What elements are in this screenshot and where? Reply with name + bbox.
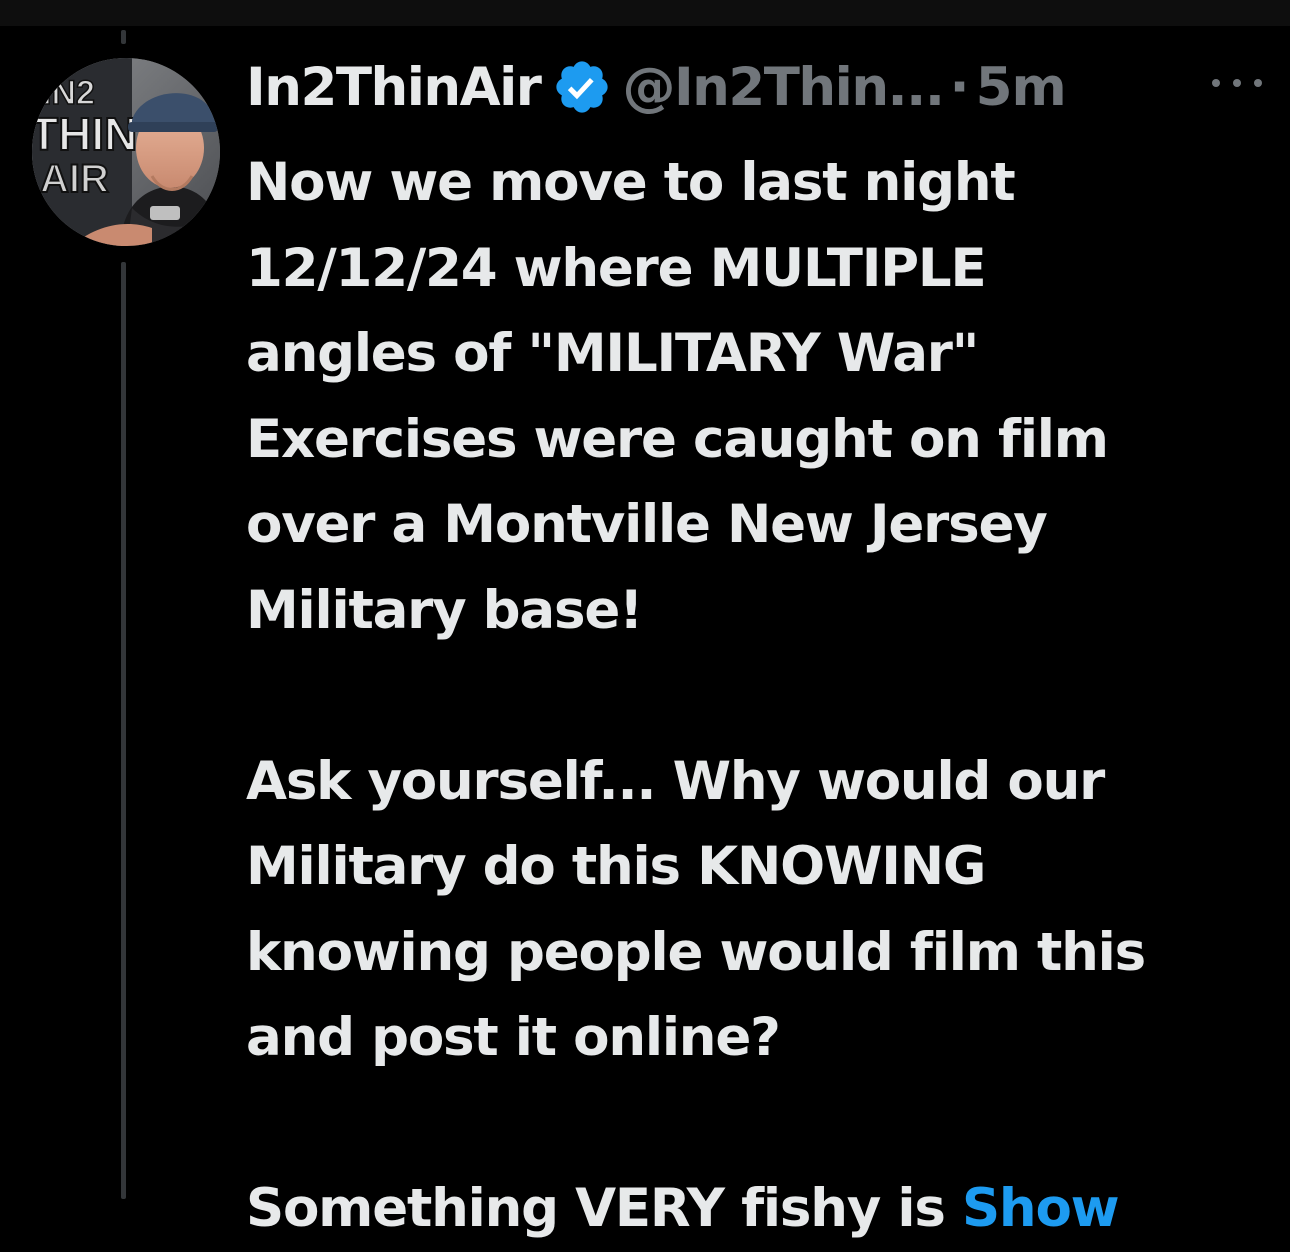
- more-dot: [1254, 79, 1262, 87]
- avatar[interactable]: IN2 THIN AIR: [32, 58, 220, 246]
- tweet-header: In2ThinAir @In2Thin... · 5m: [246, 52, 1246, 122]
- tweet-paragraph-1: Now we move to last night 12/12/24 where…: [246, 140, 1256, 653]
- tweet-line: and post it online?: [246, 1007, 781, 1068]
- verified-badge-icon[interactable]: [552, 57, 612, 117]
- header-separator: ·: [949, 56, 970, 118]
- tweet-line: Now we move to last night: [246, 152, 1016, 213]
- more-dot: [1212, 79, 1220, 87]
- tweet-line: knowing people would film this: [246, 921, 1146, 983]
- tweet-line: 12/12/24 where MULTIPLE: [246, 237, 987, 299]
- tweet-line-text: Something VERY fishy is: [246, 1178, 962, 1239]
- more-dot: [1233, 79, 1241, 87]
- tweet-line: Ask yourself... Why would our: [246, 750, 1105, 812]
- more-horizontal-icon[interactable]: [1212, 68, 1262, 98]
- avatar-logo-in2: IN2: [42, 74, 95, 112]
- thread-line-top: [121, 30, 126, 44]
- tweet-line: Military do this KNOWING: [246, 836, 986, 897]
- avatar-logo-air: AIR: [40, 157, 109, 201]
- show-more-link[interactable]: Show: [962, 1178, 1120, 1239]
- author-display-name[interactable]: In2ThinAir: [246, 57, 542, 118]
- avatar-logo-thin: THIN: [32, 108, 137, 160]
- tweet-paragraph-2: Ask yourself... Why would our Military d…: [246, 739, 1256, 1081]
- avatar-image: IN2 THIN AIR: [32, 58, 220, 246]
- tweet-line: angles of "MILITARY War": [246, 323, 979, 384]
- tweet-text: Now we move to last night 12/12/24 where…: [246, 140, 1256, 1252]
- tweet-line-truncated: Something VERY fishy is Show: [246, 1166, 1256, 1252]
- tweet-line: Military base!: [246, 579, 643, 641]
- author-handle[interactable]: @In2Thin...: [622, 57, 945, 118]
- tweet-line: over a Montville New Jersey: [246, 494, 1048, 555]
- thread-line: [121, 262, 126, 1199]
- tweet-line: Exercises were caught on film: [246, 408, 1109, 470]
- top-strip: [0, 0, 1290, 26]
- tweet-paragraph-3: Something VERY fishy is Show: [246, 1166, 1256, 1252]
- timestamp[interactable]: 5m: [976, 57, 1067, 118]
